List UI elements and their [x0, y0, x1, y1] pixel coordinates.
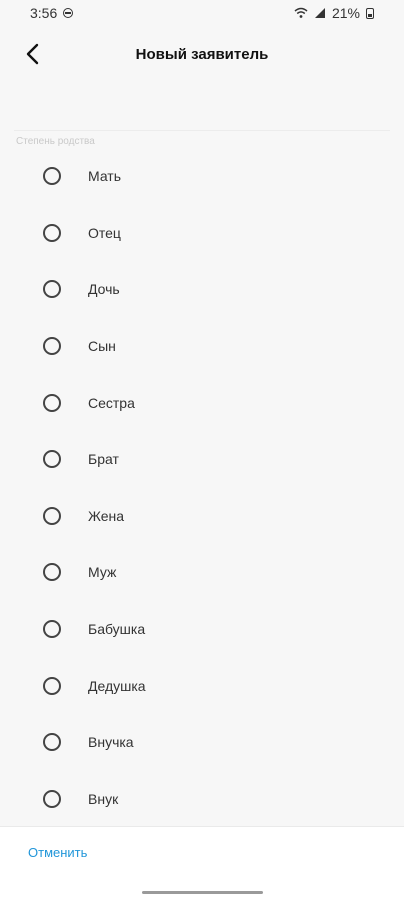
- option-grandmother[interactable]: Бабушка: [0, 601, 404, 658]
- option-husband[interactable]: Муж: [0, 544, 404, 601]
- page-title: Новый заявитель: [135, 45, 269, 63]
- radio-button[interactable]: [43, 620, 61, 639]
- wifi-icon: [294, 7, 308, 18]
- radio-button[interactable]: [43, 280, 61, 299]
- option-father[interactable]: Отец: [0, 205, 404, 262]
- radio-button[interactable]: [43, 789, 61, 808]
- option-label: Дочь: [88, 281, 120, 298]
- option-label: Жена: [88, 507, 125, 524]
- signal-icon: [314, 8, 325, 18]
- option-son[interactable]: Сын: [0, 318, 404, 375]
- radio-button[interactable]: [43, 450, 61, 469]
- app-bar: Новый заявитель: [0, 26, 404, 82]
- chevron-left-icon: [26, 43, 39, 65]
- radio-button[interactable]: [43, 337, 61, 356]
- section-divider: [14, 130, 390, 131]
- radio-button[interactable]: [43, 223, 61, 242]
- relationship-options: Мать Отец Дочь Сын Сестра Брат Жена Муж …: [0, 148, 404, 827]
- option-label: Внучка: [88, 734, 134, 751]
- radio-button[interactable]: [43, 393, 61, 412]
- option-brother[interactable]: Брат: [0, 431, 404, 488]
- option-granddaughter[interactable]: Внучка: [0, 714, 404, 771]
- do-not-disturb-icon: [63, 8, 74, 18]
- option-label: Внук: [88, 790, 119, 807]
- option-label: Сын: [88, 338, 116, 355]
- radio-button[interactable]: [43, 506, 61, 525]
- radio-button[interactable]: [43, 167, 61, 186]
- section-label: Степень родства: [16, 136, 95, 147]
- option-grandfather[interactable]: Дедушка: [0, 657, 404, 714]
- option-label: Мать: [88, 168, 122, 185]
- battery-icon: [366, 7, 374, 19]
- status-time: 3:56: [30, 5, 58, 21]
- option-label: Брат: [88, 451, 119, 468]
- option-label: Отец: [88, 224, 121, 241]
- option-wife[interactable]: Жена: [0, 488, 404, 545]
- footer-bar: Отменить: [0, 826, 404, 901]
- battery-percent: 21%: [331, 5, 360, 21]
- home-indicator[interactable]: [142, 891, 263, 894]
- option-label: Дедушка: [88, 677, 146, 694]
- status-bar-left: 3:56: [30, 5, 74, 21]
- option-label: Сестра: [88, 394, 135, 411]
- radio-button[interactable]: [43, 676, 61, 695]
- radio-button[interactable]: [43, 733, 61, 752]
- option-sister[interactable]: Сестра: [0, 374, 404, 431]
- option-daughter[interactable]: Дочь: [0, 261, 404, 318]
- status-bar: 3:56 21%: [0, 0, 404, 26]
- radio-button[interactable]: [43, 563, 61, 582]
- option-grandson[interactable]: Внук: [0, 771, 404, 828]
- cancel-button[interactable]: Отменить: [28, 845, 87, 860]
- option-mother[interactable]: Мать: [0, 148, 404, 205]
- option-label: Муж: [88, 564, 117, 581]
- back-button[interactable]: [18, 38, 46, 70]
- status-bar-right: 21%: [294, 5, 374, 21]
- option-label: Бабушка: [88, 621, 146, 638]
